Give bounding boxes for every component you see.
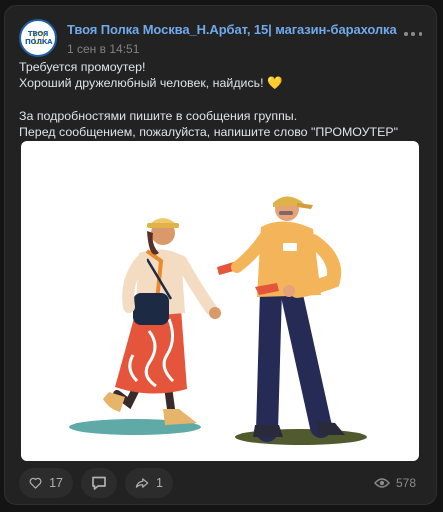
repost-count: 1 [156, 476, 163, 490]
promoter-illustration [69, 196, 367, 445]
post-image[interactable] [21, 141, 419, 461]
post-actions: 17 1 578 [19, 468, 422, 500]
post-card: ТВОЯ ПОЛКА Твоя Полка Москва_Н.Арбат, 15… [4, 5, 437, 505]
comment-icon [92, 476, 106, 490]
views-counter: 578 [374, 476, 416, 490]
yellow-heart-emoji-icon: 💛 [267, 76, 283, 91]
post-timestamp[interactable]: 1 сен в 14:51 [67, 42, 139, 56]
like-button[interactable]: 17 [19, 468, 73, 498]
post-text-line: За подробностями пишите в сообщения груп… [19, 108, 298, 123]
share-icon [135, 478, 149, 488]
post-header: ТВОЯ ПОЛКА Твоя Полка Москва_Н.Арбат, 15… [19, 18, 422, 58]
view-count: 578 [395, 476, 416, 490]
like-count: 17 [49, 476, 63, 490]
group-avatar[interactable]: ТВОЯ ПОЛКА [19, 19, 57, 57]
post-text: Требуется промоутер! Хороший дружелюбный… [19, 59, 422, 140]
post-text-line: Хороший дружелюбный человек, найдись! [19, 76, 268, 91]
group-name-link[interactable]: Твоя Полка Москва_Н.Арбат, 15| магазин-б… [67, 22, 397, 37]
more-options-button[interactable] [404, 27, 422, 41]
avatar-logo-text: ТВОЯ ПОЛКА [25, 30, 53, 46]
comment-button[interactable] [81, 468, 117, 498]
eye-icon [374, 478, 390, 488]
heart-icon [29, 477, 42, 489]
more-horizontal-icon [404, 32, 408, 36]
share-button[interactable]: 1 [125, 468, 173, 498]
post-text-line: Требуется промоутер! [19, 60, 146, 74]
post-text-line: Перед сообщением, пожалуйста, напишите с… [19, 124, 399, 139]
